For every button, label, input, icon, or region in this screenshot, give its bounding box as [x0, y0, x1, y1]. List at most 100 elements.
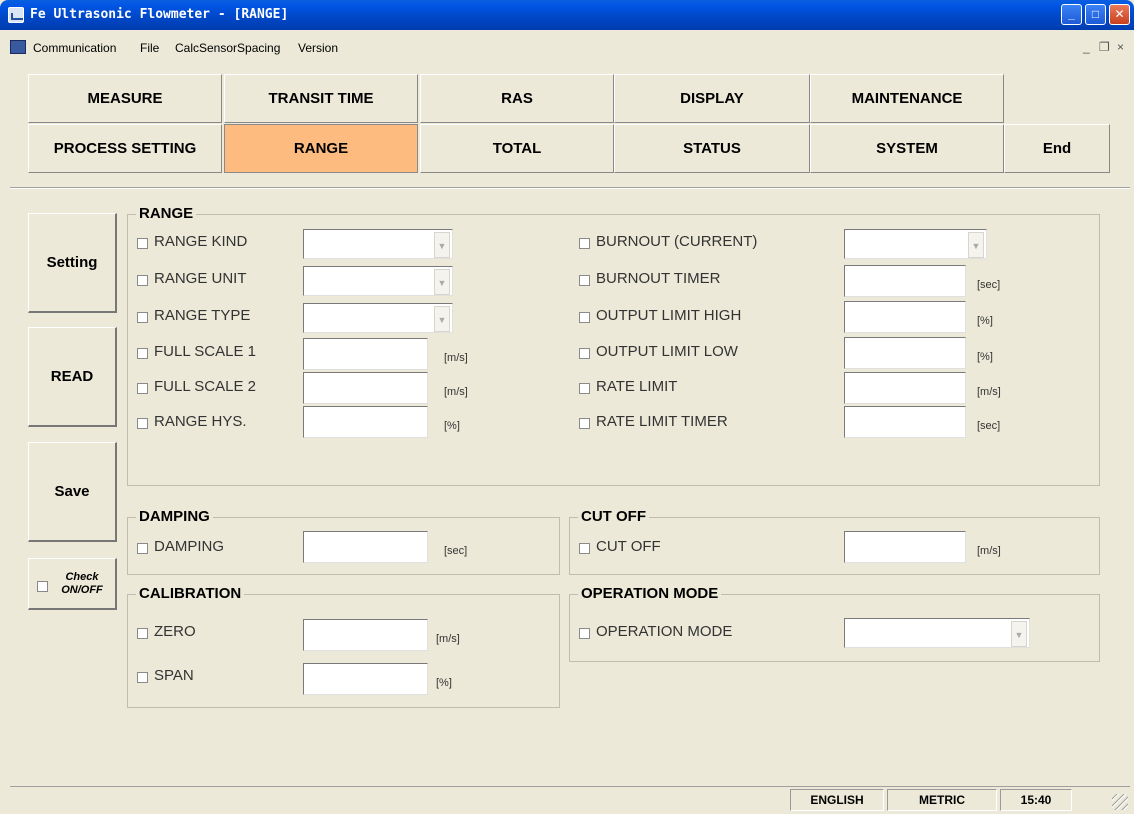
status-time: 15:40: [1000, 789, 1072, 811]
range-hys-label: RANGE HYS.: [154, 413, 247, 430]
read-button[interactable]: READ: [28, 327, 117, 427]
title-bar[interactable]: Fe Ultrasonic Flowmeter - [RANGE] _ □ ✕: [0, 0, 1134, 30]
burnout-current-label: BURNOUT (CURRENT): [596, 233, 758, 250]
output-limit-low-checkbox[interactable]: [579, 348, 590, 359]
tab-maintenance[interactable]: MAINTENANCE: [810, 74, 1004, 123]
zero-input[interactable]: [303, 619, 428, 651]
rate-limit-timer-checkbox[interactable]: [579, 418, 590, 429]
burnout-current-checkbox[interactable]: [579, 238, 590, 249]
tab-process-setting[interactable]: PROCESS SETTING: [28, 124, 222, 173]
header-divider: [10, 187, 1130, 189]
rate-limit-timer-unit: [sec]: [977, 420, 1001, 432]
tab-display[interactable]: DISPLAY: [614, 74, 810, 123]
burnout-timer-checkbox[interactable]: [579, 275, 590, 286]
range-group-title: RANGE: [136, 205, 197, 222]
mdi-close-button[interactable]: ×: [1117, 40, 1124, 54]
range-hys-unit: [%]: [444, 420, 460, 432]
full-scale-1-checkbox[interactable]: [137, 348, 148, 359]
burnout-timer-label: BURNOUT TIMER: [596, 270, 721, 287]
menu-bar: Communication File CalcSensorSpacing Ver…: [0, 38, 1134, 58]
mdi-minimize-button[interactable]: _: [1083, 40, 1090, 54]
app-icon[interactable]: [8, 7, 24, 23]
range-type-select[interactable]: ▼: [303, 303, 453, 333]
range-type-checkbox[interactable]: [137, 312, 148, 323]
damping-group-title: DAMPING: [136, 508, 213, 525]
burnout-current-select[interactable]: ▼: [844, 229, 987, 259]
cutoff-input[interactable]: [844, 531, 966, 563]
full-scale-2-checkbox[interactable]: [137, 383, 148, 394]
rate-limit-label: RATE LIMIT: [596, 378, 678, 395]
output-limit-low-unit: [%]: [977, 351, 993, 363]
full-scale-2-unit: [m/s]: [444, 386, 468, 398]
tab-system[interactable]: SYSTEM: [810, 124, 1004, 173]
output-limit-high-input[interactable]: [844, 301, 966, 333]
operation-mode-checkbox[interactable]: [579, 628, 590, 639]
damping-input[interactable]: [303, 531, 428, 563]
output-limit-high-checkbox[interactable]: [579, 312, 590, 323]
range-unit-label: RANGE UNIT: [154, 270, 247, 287]
damping-unit: [sec]: [444, 545, 468, 557]
rate-limit-timer-label: RATE LIMIT TIMER: [596, 413, 728, 430]
tab-total[interactable]: TOTAL: [420, 124, 614, 173]
rate-limit-checkbox[interactable]: [579, 383, 590, 394]
chevron-down-icon[interactable]: ▼: [434, 306, 450, 332]
burnout-timer-input[interactable]: [844, 265, 966, 297]
full-scale-2-input[interactable]: [303, 372, 428, 404]
maximize-button[interactable]: □: [1085, 4, 1106, 25]
mdi-restore-button[interactable]: ❐: [1099, 40, 1110, 54]
range-unit-select[interactable]: ▼: [303, 266, 453, 296]
burnout-timer-unit: [sec]: [977, 279, 1001, 291]
cutoff-label: CUT OFF: [596, 538, 661, 555]
tab-transit-time[interactable]: TRANSIT TIME: [224, 74, 418, 123]
setting-button[interactable]: Setting: [28, 213, 117, 313]
range-unit-checkbox[interactable]: [137, 275, 148, 286]
check-onoff-button[interactable]: Check ON/OFF: [28, 558, 117, 610]
rate-limit-input[interactable]: [844, 372, 966, 404]
check-onoff-checkbox[interactable]: [37, 581, 48, 592]
close-button[interactable]: ✕: [1109, 4, 1130, 25]
range-hys-input[interactable]: [303, 406, 428, 438]
minimize-button[interactable]: _: [1061, 4, 1082, 25]
damping-checkbox[interactable]: [137, 543, 148, 554]
menu-communication[interactable]: Communication: [33, 41, 116, 55]
status-units: METRIC: [887, 789, 997, 811]
menu-file[interactable]: File: [140, 41, 159, 55]
output-limit-low-input[interactable]: [844, 337, 966, 369]
tab-range[interactable]: RANGE: [224, 124, 418, 173]
end-button[interactable]: End: [1004, 124, 1110, 173]
cutoff-checkbox[interactable]: [579, 543, 590, 554]
zero-checkbox[interactable]: [137, 628, 148, 639]
tab-status[interactable]: STATUS: [614, 124, 810, 173]
tab-measure[interactable]: MEASURE: [28, 74, 222, 123]
chevron-down-icon[interactable]: ▼: [1011, 621, 1027, 647]
menu-version[interactable]: Version: [298, 41, 338, 55]
status-language: ENGLISH: [790, 789, 884, 811]
save-button[interactable]: Save: [28, 442, 117, 542]
calibration-group-title: CALIBRATION: [136, 585, 245, 602]
damping-label: DAMPING: [154, 538, 225, 555]
chevron-down-icon[interactable]: ▼: [434, 232, 450, 258]
document-icon[interactable]: [10, 40, 26, 54]
chevron-down-icon[interactable]: ▼: [434, 269, 450, 295]
range-kind-select[interactable]: ▼: [303, 229, 453, 259]
window-title: Fe Ultrasonic Flowmeter - [RANGE]: [30, 7, 289, 22]
full-scale-1-unit: [m/s]: [444, 352, 468, 364]
rate-limit-timer-input[interactable]: [844, 406, 966, 438]
operation-mode-select[interactable]: ▼: [844, 618, 1030, 648]
menu-calc-sensor-spacing[interactable]: CalcSensorSpacing: [175, 41, 280, 55]
chevron-down-icon[interactable]: ▼: [968, 232, 984, 258]
range-hys-checkbox[interactable]: [137, 418, 148, 429]
full-scale-2-label: FULL SCALE 2: [154, 378, 256, 395]
resize-grip-icon[interactable]: [1112, 794, 1128, 810]
span-input[interactable]: [303, 663, 428, 695]
tab-ras[interactable]: RAS: [420, 74, 614, 123]
operation-mode-group-title: OPERATION MODE: [578, 585, 722, 602]
span-checkbox[interactable]: [137, 672, 148, 683]
check-onoff-label: Check ON/OFF: [53, 571, 111, 597]
span-unit: [%]: [436, 677, 452, 689]
range-kind-checkbox[interactable]: [137, 238, 148, 249]
full-scale-1-input[interactable]: [303, 338, 428, 370]
range-type-label: RANGE TYPE: [154, 307, 251, 324]
rate-limit-unit: [m/s]: [977, 386, 1001, 398]
operation-mode-label: OPERATION MODE: [596, 623, 733, 640]
